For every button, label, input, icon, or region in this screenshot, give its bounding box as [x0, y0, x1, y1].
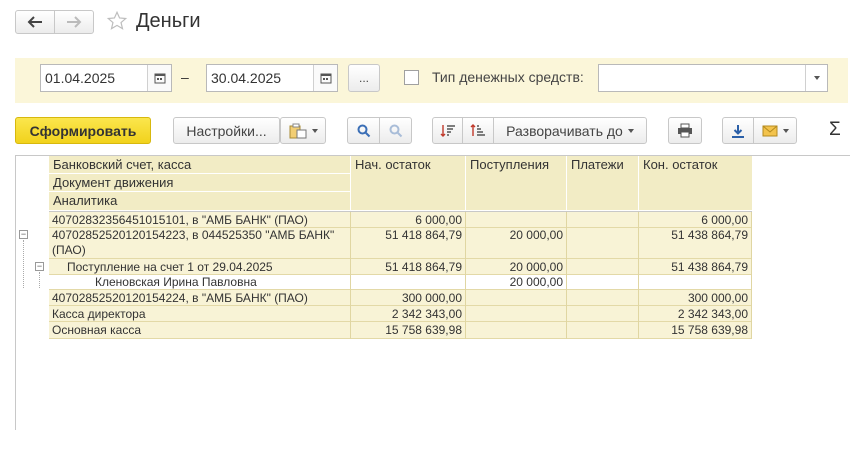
column-divider	[566, 212, 567, 339]
date-from-field[interactable]: 01.04.2025	[40, 64, 172, 92]
forward-button[interactable]	[54, 10, 94, 34]
arrow-right-icon	[67, 16, 82, 28]
select-period-button[interactable]: ...	[348, 64, 380, 92]
row-receipts: 20 000,00	[509, 260, 563, 274]
row-name: Кленовская Ирина Павловна	[95, 275, 257, 289]
row-closing: 51 438 864,79	[671, 260, 748, 274]
sort-ascending-icon	[470, 123, 485, 136]
report-variants-icon	[289, 123, 306, 138]
cash-type-select[interactable]	[598, 64, 828, 92]
settings-button[interactable]: Настройки...	[173, 117, 280, 144]
send-email-button[interactable]	[753, 117, 797, 144]
page-title: Деньги	[136, 10, 201, 32]
header-closing-balance: Кон. остаток	[639, 156, 752, 210]
row-closing: 6 000,00	[701, 213, 748, 227]
tree-line	[39, 272, 40, 288]
sort-descending-icon	[440, 124, 455, 137]
row-closing: 300 000,00	[687, 291, 748, 305]
row-closing: 15 758 639,98	[671, 323, 748, 337]
favorite-star-button[interactable]	[106, 10, 128, 32]
date-range-dash: –	[181, 69, 189, 85]
chevron-down-icon	[813, 76, 820, 80]
collapse-group-toggle[interactable]: −	[19, 230, 28, 239]
dropdown-button[interactable]	[805, 65, 827, 91]
row-opening: 6 000,00	[415, 213, 462, 227]
search-button[interactable]	[347, 117, 380, 144]
row-opening: 51 418 864,79	[385, 228, 462, 242]
row-closing: 2 342 343,00	[677, 307, 748, 321]
row-receipts: 20 000,00	[509, 275, 563, 289]
search-clear-button[interactable]	[379, 117, 412, 144]
row-name: 40702852520120154224, в "АМБ БАНК" (ПАО)	[52, 291, 308, 305]
header-receipts: Поступления	[466, 156, 566, 210]
tree-line	[23, 240, 24, 288]
date-to-field[interactable]: 30.04.2025	[206, 64, 338, 92]
cash-type-checkbox[interactable]	[404, 70, 419, 85]
row-closing: 51 438 864,79	[671, 228, 748, 242]
download-icon	[732, 124, 744, 138]
row-name: 40702832356451015101, в "АМБ БАНК" (ПАО)	[52, 213, 308, 227]
sum-button[interactable]: Σ	[829, 119, 841, 141]
save-button[interactable]	[722, 117, 754, 144]
star-icon	[106, 10, 128, 30]
variant-menu-button[interactable]	[280, 117, 326, 144]
column-divider	[751, 212, 752, 339]
arrow-left-icon	[27, 16, 42, 28]
sort-descending-button[interactable]	[432, 117, 463, 144]
cash-type-label: Тип денежных средств:	[432, 69, 584, 85]
report-spreadsheet[interactable]: Банковский счет, касса Документ движения…	[15, 155, 850, 430]
search-icon	[357, 124, 370, 137]
chevron-down-icon	[782, 128, 789, 133]
envelope-icon	[762, 125, 777, 136]
row-name-continued: (ПАО)	[52, 243, 86, 257]
header-account: Банковский счет, касса	[49, 156, 350, 174]
back-button[interactable]	[15, 10, 55, 34]
row-name: Касса директора	[52, 307, 146, 321]
header-opening-balance: Нач. остаток	[351, 156, 465, 210]
date-to-value: 30.04.2025	[211, 70, 282, 86]
row-receipts: 20 000,00	[509, 228, 563, 242]
calendar-icon	[320, 73, 331, 84]
generate-button[interactable]: Сформировать	[15, 117, 151, 144]
calendar-button-to[interactable]	[313, 65, 337, 91]
row-name: Основная касса	[52, 323, 142, 337]
search-cancel-icon	[389, 124, 402, 137]
row-opening: 300 000,00	[401, 291, 462, 305]
row-opening: 2 342 343,00	[391, 307, 462, 321]
row-opening: 51 418 864,79	[385, 260, 462, 274]
collapse-group-toggle[interactable]: −	[35, 262, 44, 271]
row-opening: 15 758 639,98	[385, 323, 462, 337]
expand-to-button[interactable]: Разворачивать до	[493, 117, 647, 144]
expand-to-label: Разворачивать до	[506, 122, 623, 139]
header-analytics: Аналитика	[49, 192, 350, 210]
date-from-value: 01.04.2025	[45, 70, 116, 86]
calendar-icon	[154, 73, 165, 84]
printer-icon	[678, 123, 692, 138]
print-button[interactable]	[668, 117, 702, 144]
sort-ascending-button[interactable]	[462, 117, 494, 144]
chevron-down-icon	[311, 128, 318, 133]
header-payments: Платежи	[567, 156, 638, 210]
calendar-button-from[interactable]	[147, 65, 171, 91]
chevron-down-icon	[627, 128, 634, 133]
row-name: 40702852520120154223, в 044525350 "АМБ Б…	[52, 228, 335, 242]
header-document: Документ движения	[49, 174, 350, 192]
row-name: Поступление на счет 1 от 29.04.2025	[67, 260, 273, 274]
